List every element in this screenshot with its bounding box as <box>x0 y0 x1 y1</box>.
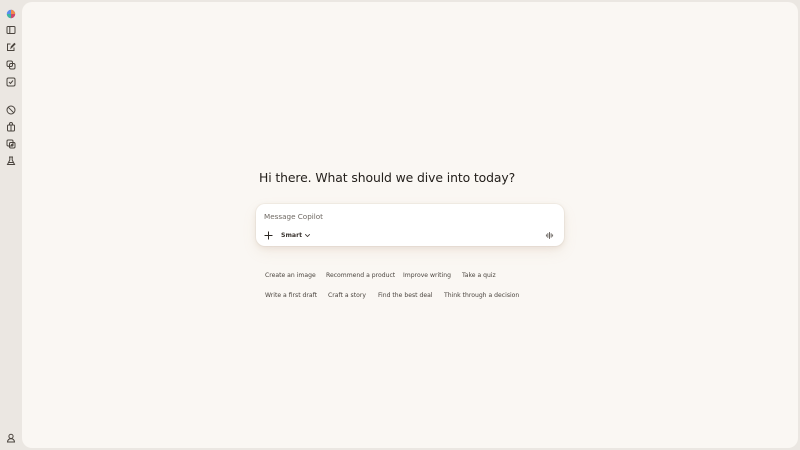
voice-waveform-icon <box>545 231 553 239</box>
main-content: Hi there. What should we dive into today… <box>22 2 798 448</box>
suggestion-recommend-a-product[interactable]: Recommend a product <box>320 268 401 282</box>
new-chat-icon[interactable] <box>4 40 18 54</box>
greeting-heading: Hi there. What should we dive into today… <box>259 170 516 185</box>
voice-input-button[interactable] <box>544 230 554 240</box>
add-attachment-button[interactable] <box>263 230 273 240</box>
suggestion-write-a-first-draft[interactable]: Write a first draft <box>259 288 323 302</box>
profile-icon[interactable] <box>4 431 18 445</box>
message-composer: Smart <box>256 204 564 246</box>
suggestion-take-a-quiz[interactable]: Take a quiz <box>456 268 502 282</box>
copilot-logo-icon[interactable] <box>4 7 18 21</box>
suggestion-find-the-best-deal[interactable]: Find the best deal <box>372 288 439 302</box>
discover-icon[interactable] <box>4 103 18 117</box>
imagine-icon[interactable] <box>4 137 18 151</box>
suggestion-craft-a-story[interactable]: Craft a story <box>322 288 372 302</box>
mode-selector-label: Smart <box>281 231 303 239</box>
suggestion-create-an-image[interactable]: Create an image <box>259 268 322 282</box>
mode-selector-button[interactable]: Smart <box>281 230 311 240</box>
tasks-icon[interactable] <box>4 75 18 89</box>
labs-icon[interactable] <box>4 154 18 168</box>
shopping-icon[interactable] <box>4 120 18 134</box>
suggestion-think-through-a-decision[interactable]: Think through a decision <box>438 288 525 302</box>
sidebar <box>0 0 22 450</box>
suggestion-improve-writing[interactable]: Improve writing <box>397 268 457 282</box>
message-input[interactable] <box>264 209 504 223</box>
sidebar-toggle-icon[interactable] <box>4 23 18 37</box>
chevron-down-icon <box>305 233 311 237</box>
copy-conversations-icon[interactable] <box>4 58 18 72</box>
plus-icon <box>263 230 273 240</box>
